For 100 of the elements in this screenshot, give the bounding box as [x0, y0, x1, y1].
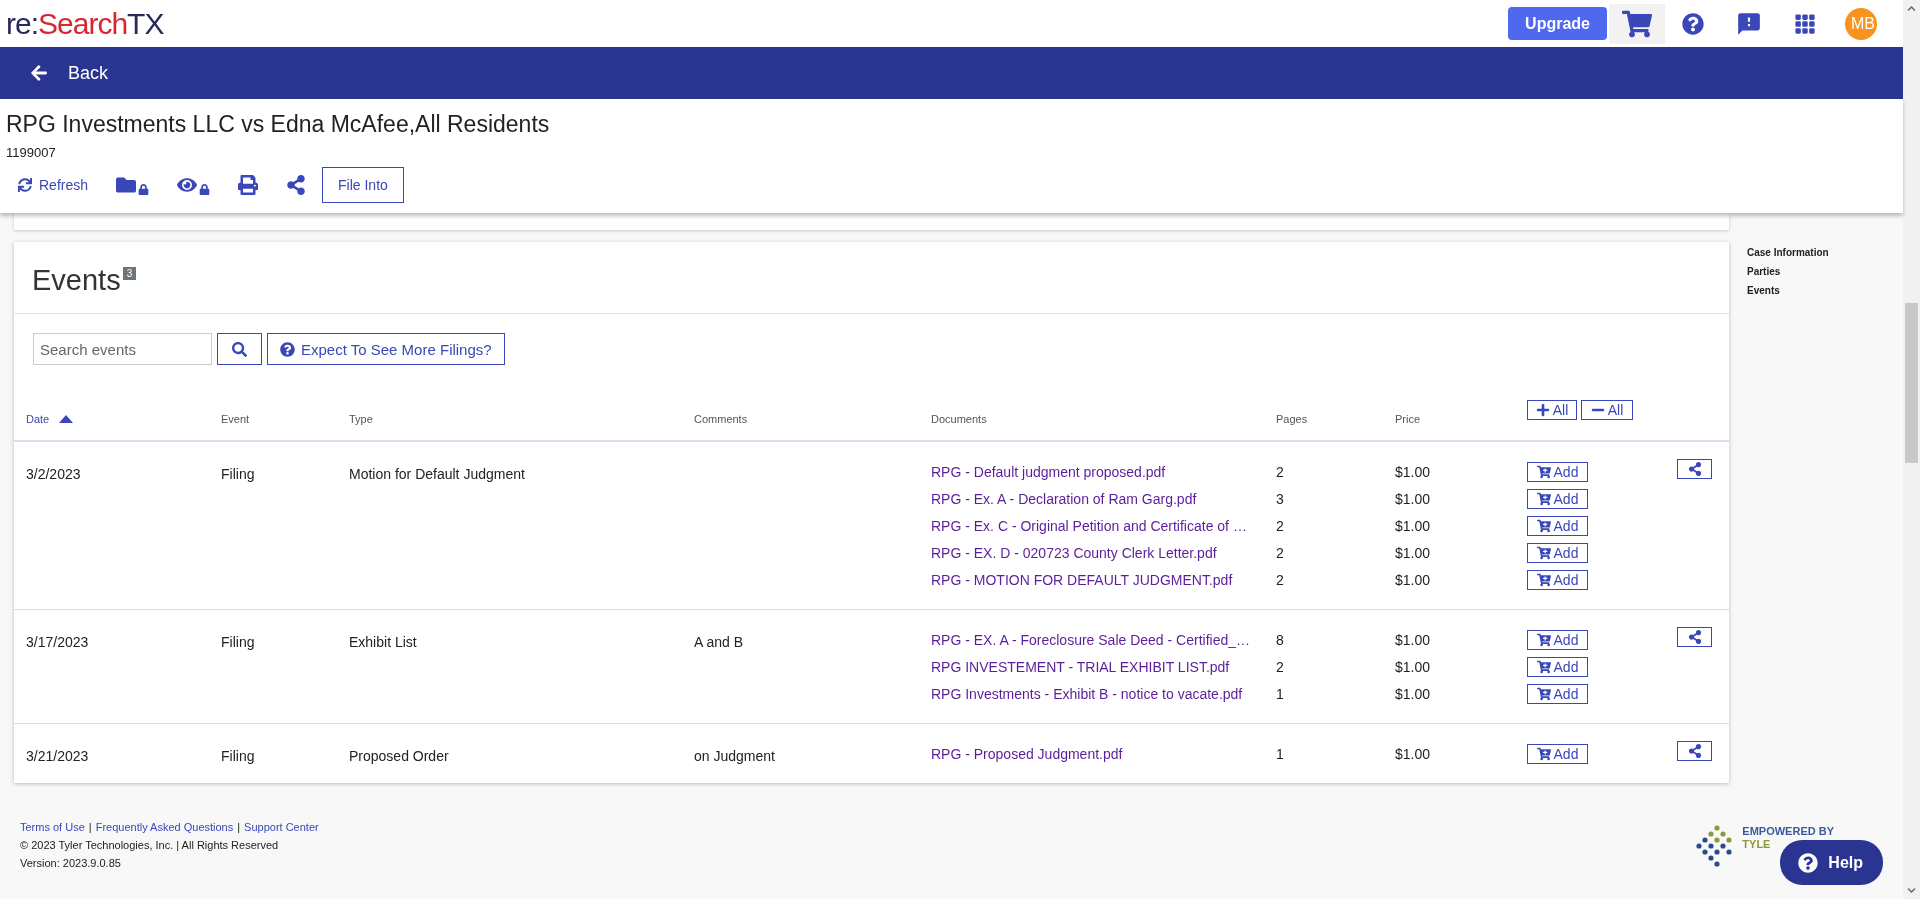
price-cell-text: $1.00 [1395, 518, 1432, 534]
document-link[interactable]: RPG - EX. D - 020723 County Clerk Letter.pdf [931, 545, 1276, 561]
add-to-cart-button[interactable]: Add [1527, 516, 1588, 536]
pages-cell-text: 2 [1276, 545, 1285, 561]
pages-cell-text: 2 [1276, 464, 1285, 480]
document-link[interactable]: RPG Investments - Exhibit B - notice to vacate.pdf [931, 686, 1276, 702]
refresh-icon [18, 178, 32, 192]
add-to-cart-button[interactable]: Add [1527, 744, 1588, 764]
price-cell-text: $1.00 [1395, 686, 1432, 702]
document-link[interactable]: RPG - EX. A - Foreclosure Sale Deed - Certified_… [931, 632, 1276, 648]
scrollbar[interactable] [1903, 0, 1920, 899]
share-button[interactable] [1677, 741, 1712, 761]
column-header[interactable]: Comments [694, 409, 931, 429]
event-cell-text: Filing [221, 747, 256, 764]
comments-cell-text: A and B [694, 633, 745, 652]
column-header[interactable]: Date [26, 409, 221, 429]
cart-plus-icon [1536, 546, 1551, 560]
copyright-text: © 2023 Tyler Technologies, Inc. | All Rights Reserved [20, 839, 280, 851]
column-header[interactable]: Pages [1276, 409, 1395, 429]
cart-button[interactable] [1609, 3, 1665, 44]
side-nav-link[interactable]: Events [1747, 285, 1829, 296]
add-all-button[interactable]: All [1527, 400, 1577, 420]
share-icon [1687, 630, 1702, 644]
column-header[interactable]: Documents [931, 409, 1276, 429]
lock-icon [138, 183, 150, 195]
date-cell-text: 3/17/2023 [26, 633, 90, 652]
cart-plus-icon [1536, 747, 1551, 761]
add-to-cart-button[interactable]: Add [1527, 462, 1588, 482]
refresh-button[interactable]: Refresh [6, 169, 101, 201]
add-to-cart-button[interactable]: Add [1527, 657, 1588, 677]
document-link[interactable]: RPG - Ex. A - Declaration of Ram Garg.pdf [931, 491, 1276, 507]
folder-icon [116, 175, 137, 195]
price-cell-text: $1.00 [1395, 464, 1432, 480]
scroll-thumb[interactable] [1905, 303, 1918, 463]
column-header[interactable]: Event [221, 409, 349, 429]
question-icon [280, 341, 295, 357]
pages-cell-text: 1 [1276, 746, 1285, 762]
remove-all-button[interactable]: All [1581, 400, 1633, 420]
cart-plus-icon [1536, 633, 1551, 647]
scroll-down-icon [1907, 886, 1916, 895]
cart-icon [1622, 8, 1652, 39]
share-icon [1687, 462, 1702, 476]
side-nav-link[interactable]: Parties [1747, 266, 1829, 277]
cart-plus-icon [1536, 492, 1551, 506]
comments-cell-text: on Judgment [694, 747, 776, 764]
upgrade-button[interactable]: Upgrade [1508, 7, 1607, 40]
column-header[interactable]: Price [1395, 409, 1527, 429]
file-into-button[interactable]: File Into [322, 167, 404, 203]
pages-cell-text: 2 [1276, 659, 1285, 675]
search-icon [232, 341, 247, 357]
tyler-text: TYLE [1742, 838, 1771, 851]
date-cell-text: 3/21/2023 [26, 747, 90, 764]
events-heading: Events [32, 264, 121, 297]
add-to-cart-button[interactable]: Add [1527, 630, 1588, 650]
add-to-cart-button[interactable]: Add [1527, 543, 1588, 563]
pages-cell-text: 8 [1276, 632, 1285, 648]
empowered-text: EMPOWERED BY [1742, 825, 1835, 838]
search-button[interactable] [217, 333, 262, 365]
price-cell-text: $1.00 [1395, 572, 1432, 588]
pages-cell-text: 1 [1276, 686, 1285, 702]
price-cell-text: $1.00 [1395, 545, 1432, 561]
footer-link[interactable]: Terms of Use [20, 821, 85, 833]
document-link[interactable]: RPG - Default judgment proposed.pdf [931, 464, 1276, 480]
expect-filings-button[interactable]: Expect To See More Filings? [267, 333, 505, 365]
cart-plus-icon [1536, 465, 1551, 479]
case-title: RPG Investments LLC vs Edna McAfee,All Residents [6, 111, 551, 138]
footer-link[interactable]: Frequently Asked Questions [95, 821, 234, 833]
date-cell-text: 3/2/2023 [26, 465, 82, 484]
search-field[interactable]: Search events [33, 333, 212, 365]
pages-cell-text: 3 [1276, 491, 1285, 507]
version-text: Version: 2023.9.0.85 [20, 857, 122, 869]
share-button[interactable] [1677, 627, 1712, 647]
document-link[interactable]: RPG INVESTEMENT - TRIAL EXHIBIT LIST.pdf [931, 659, 1276, 675]
side-nav-link[interactable]: Case Information [1747, 247, 1829, 258]
event-cell-text: Filing [221, 633, 256, 652]
cart-plus-icon [1536, 519, 1551, 533]
logo[interactable]: re:SearchTX [6, 6, 164, 41]
type-cell-text: Exhibit List [349, 633, 418, 652]
printer-icon [238, 175, 259, 195]
pipe-text: | [237, 821, 241, 833]
add-to-cart-button[interactable]: Add [1527, 684, 1588, 704]
count-badge: 3 [122, 267, 137, 280]
pipe-text: | [88, 821, 92, 833]
document-link[interactable]: RPG - MOTION FOR DEFAULT JUDGMENT.pdf [931, 572, 1276, 588]
type-cell-text: Proposed Order [349, 747, 450, 764]
add-to-cart-button[interactable]: Add [1527, 570, 1588, 590]
column-header[interactable]: Type [349, 409, 694, 429]
price-cell-text: $1.00 [1395, 632, 1432, 648]
price-cell-text: $1.00 [1395, 659, 1432, 675]
document-link[interactable]: RPG - Ex. C - Original Petition and Certificate of … [931, 518, 1276, 534]
pages-cell-text: 2 [1276, 572, 1285, 588]
add-to-cart-button[interactable]: Add [1527, 489, 1588, 509]
share-button[interactable] [1677, 459, 1712, 479]
plus-icon [1535, 403, 1550, 417]
back-link[interactable]: Back [30, 62, 109, 84]
document-link[interactable]: RPG - Proposed Judgment.pdf [931, 746, 1276, 762]
footer-link[interactable]: Support Center [244, 821, 319, 833]
lock-icon [199, 183, 211, 195]
pages-cell-text: 2 [1276, 518, 1285, 534]
help-button[interactable]: Help [1780, 840, 1883, 885]
